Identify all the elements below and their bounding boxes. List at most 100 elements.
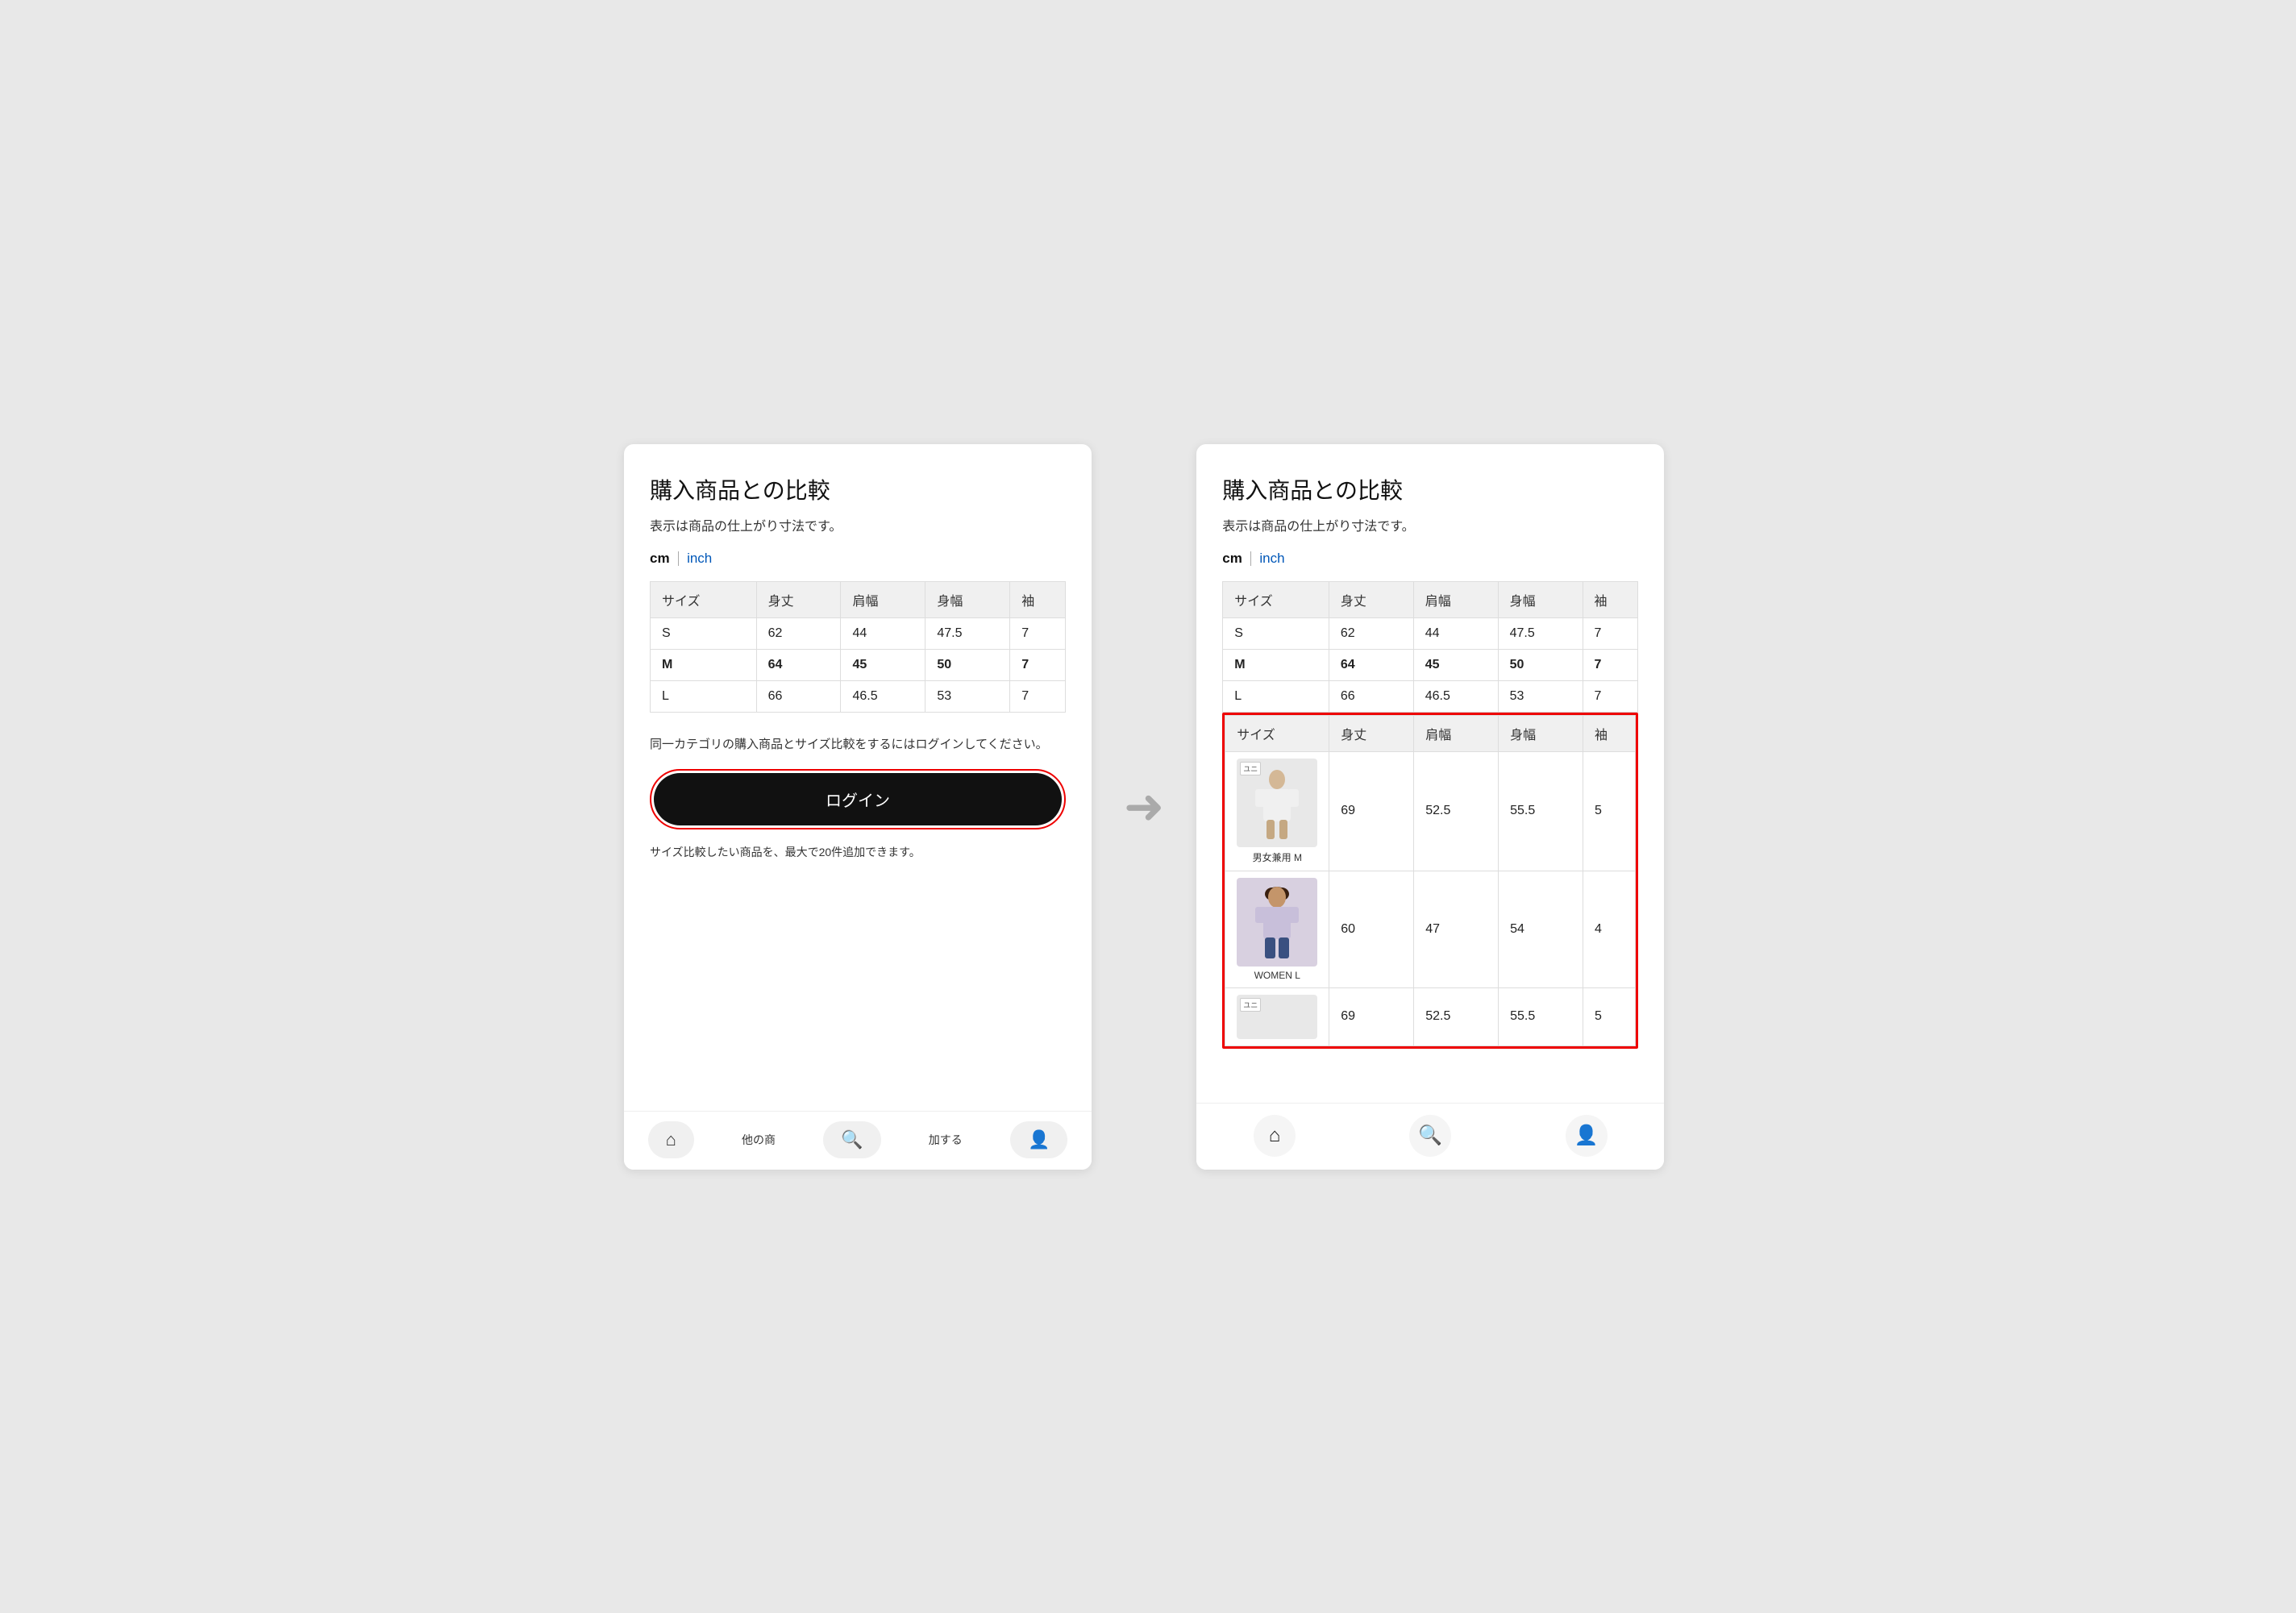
right-phone: 購入商品との比較 表示は商品の仕上がり寸法です。 cm inch サイズ 身丈 …: [1196, 444, 1664, 1170]
cell-width: 47.5: [1498, 617, 1583, 649]
cell-sleeve: 7: [1583, 617, 1638, 649]
comp-product-cell: ユニ: [1225, 987, 1329, 1046]
login-section: 同一カテゴリの購入商品とサイズ比較をするにはログインしてください。 ログイン サ…: [650, 713, 1066, 886]
person-svg-1: [1249, 767, 1305, 839]
tag-badge-1: ユニ: [1240, 762, 1261, 775]
cell-body: 66: [1329, 680, 1413, 712]
right-header-width: 身幅: [1498, 581, 1583, 617]
table-row: L 66 46.5 53 7: [651, 680, 1066, 712]
comp-product-label-1: 男女兼用 M: [1237, 850, 1317, 864]
cell-body: 62: [756, 617, 841, 649]
cell-width: 50: [1498, 649, 1583, 680]
comp-body-3: 69: [1329, 987, 1414, 1046]
cell-body: 62: [1329, 617, 1413, 649]
right-page-title: 購入商品との比較: [1222, 473, 1638, 505]
arrow-indicator: ➜: [1124, 779, 1164, 835]
comp-header-sleeve: 袖: [1583, 715, 1636, 751]
comp-shoulder-3: 52.5: [1414, 987, 1499, 1046]
right-unit-inch[interactable]: inch: [1259, 551, 1284, 567]
comp-header-width: 身幅: [1499, 715, 1583, 751]
cell-width: 47.5: [925, 617, 1010, 649]
right-unit-cm[interactable]: cm: [1222, 551, 1242, 567]
left-size-table: サイズ 身丈 肩幅 身幅 袖 S 62 44 47.5 7: [650, 581, 1066, 713]
comparison-row: ユニ 69 52.5 55.5 5: [1225, 987, 1636, 1046]
left-bottom-nav: ⌂ 他の商 🔍 加する 👤: [624, 1111, 1092, 1170]
right-nav-profile[interactable]: 👤: [1566, 1115, 1608, 1157]
left-nav-profile[interactable]: 👤: [1010, 1121, 1067, 1158]
search-icon: 🔍: [841, 1129, 863, 1150]
comparison-table: サイズ 身丈 肩幅 身幅 袖 ユニ: [1225, 715, 1636, 1046]
cell-width: 50: [925, 649, 1010, 680]
comp-shoulder-1: 52.5: [1414, 751, 1499, 871]
cell-shoulder: 45: [841, 649, 925, 680]
left-subtitle: 表示は商品の仕上がり寸法です。: [650, 515, 1066, 534]
comp-width-1: 55.5: [1499, 751, 1583, 871]
cell-size: M: [1223, 649, 1329, 680]
left-nav-home[interactable]: ⌂: [648, 1121, 694, 1158]
comparison-row: WOMEN L 60 47 54 4: [1225, 871, 1636, 987]
comp-body-2: 60: [1329, 871, 1414, 987]
right-bottom-nav: ⌂ 🔍 👤: [1196, 1103, 1664, 1170]
comp-header-body: 身丈: [1329, 715, 1414, 751]
left-header-width: 身幅: [925, 581, 1010, 617]
cell-width: 53: [1498, 680, 1583, 712]
left-nav-search[interactable]: 🔍: [823, 1121, 880, 1158]
right-nav-home[interactable]: ⌂: [1254, 1115, 1296, 1157]
login-prompt-text: 同一カテゴリの購入商品とサイズ比較をするにはログインしてください。: [650, 735, 1066, 755]
comp-header-size: サイズ: [1225, 715, 1329, 751]
right-nav-search[interactable]: 🔍: [1409, 1115, 1451, 1157]
cell-sleeve: 7: [1583, 649, 1638, 680]
left-header-shoulder: 肩幅: [841, 581, 925, 617]
comp-sleeve-1: 5: [1583, 751, 1636, 871]
person-svg-2: [1249, 886, 1305, 958]
cell-width: 53: [925, 680, 1010, 712]
right-header-sleeve: 袖: [1583, 581, 1638, 617]
left-unit-divider: [678, 551, 680, 566]
main-container: 購入商品との比較 表示は商品の仕上がり寸法です。 cm inch サイズ 身丈 …: [624, 444, 1672, 1170]
left-header-sleeve: 袖: [1010, 581, 1066, 617]
login-button[interactable]: ログイン: [654, 773, 1062, 825]
left-nav-other-label: 他の商: [742, 1132, 776, 1148]
table-row: S 62 44 47.5 7: [651, 617, 1066, 649]
cell-size: L: [1223, 680, 1329, 712]
comp-sleeve-2: 4: [1583, 871, 1636, 987]
comp-body-1: 69: [1329, 751, 1414, 871]
comp-width-3: 55.5: [1499, 987, 1583, 1046]
cell-body: 64: [1329, 649, 1413, 680]
profile-icon: 👤: [1574, 1124, 1599, 1147]
login-button-wrapper: ログイン: [650, 769, 1066, 829]
home-icon: ⌂: [1269, 1125, 1281, 1147]
table-row: S 62 44 47.5 7: [1223, 617, 1638, 649]
right-subtitle: 表示は商品の仕上がり寸法です。: [1222, 515, 1638, 534]
comp-shoulder-2: 47: [1414, 871, 1499, 987]
right-unit-divider: [1250, 551, 1252, 566]
search-icon: 🔍: [1418, 1124, 1442, 1147]
cell-shoulder: 46.5: [841, 680, 925, 712]
right-header-body: 身丈: [1329, 581, 1413, 617]
home-icon: ⌂: [666, 1129, 676, 1150]
comp-header-shoulder: 肩幅: [1414, 715, 1499, 751]
left-phone: 購入商品との比較 表示は商品の仕上がり寸法です。 cm inch サイズ 身丈 …: [624, 444, 1092, 1170]
cell-size: M: [651, 649, 757, 680]
left-unit-inch[interactable]: inch: [687, 551, 712, 567]
right-size-table: サイズ 身丈 肩幅 身幅 袖 S 62 44 47.5 7: [1222, 581, 1638, 713]
cell-shoulder: 44: [1413, 617, 1498, 649]
product-image-2: [1237, 878, 1317, 967]
cell-body: 64: [756, 649, 841, 680]
cell-sleeve: 7: [1010, 649, 1066, 680]
right-header-shoulder: 肩幅: [1413, 581, 1498, 617]
left-unit-cm[interactable]: cm: [650, 551, 670, 567]
comparison-section: サイズ 身丈 肩幅 身幅 袖 ユニ: [1222, 713, 1638, 1049]
cell-sleeve: 7: [1583, 680, 1638, 712]
left-header-size: サイズ: [651, 581, 757, 617]
right-header-size: サイズ: [1223, 581, 1329, 617]
product-image-1: ユニ: [1237, 759, 1317, 847]
comp-sleeve-3: 5: [1583, 987, 1636, 1046]
cell-sleeve: 7: [1010, 680, 1066, 712]
table-row: M 64 45 50 7: [651, 649, 1066, 680]
profile-icon: 👤: [1028, 1129, 1050, 1150]
product-image-3: ユニ: [1237, 995, 1317, 1039]
cell-shoulder: 44: [841, 617, 925, 649]
right-unit-toggle: cm inch: [1222, 551, 1638, 567]
cell-sleeve: 7: [1010, 617, 1066, 649]
